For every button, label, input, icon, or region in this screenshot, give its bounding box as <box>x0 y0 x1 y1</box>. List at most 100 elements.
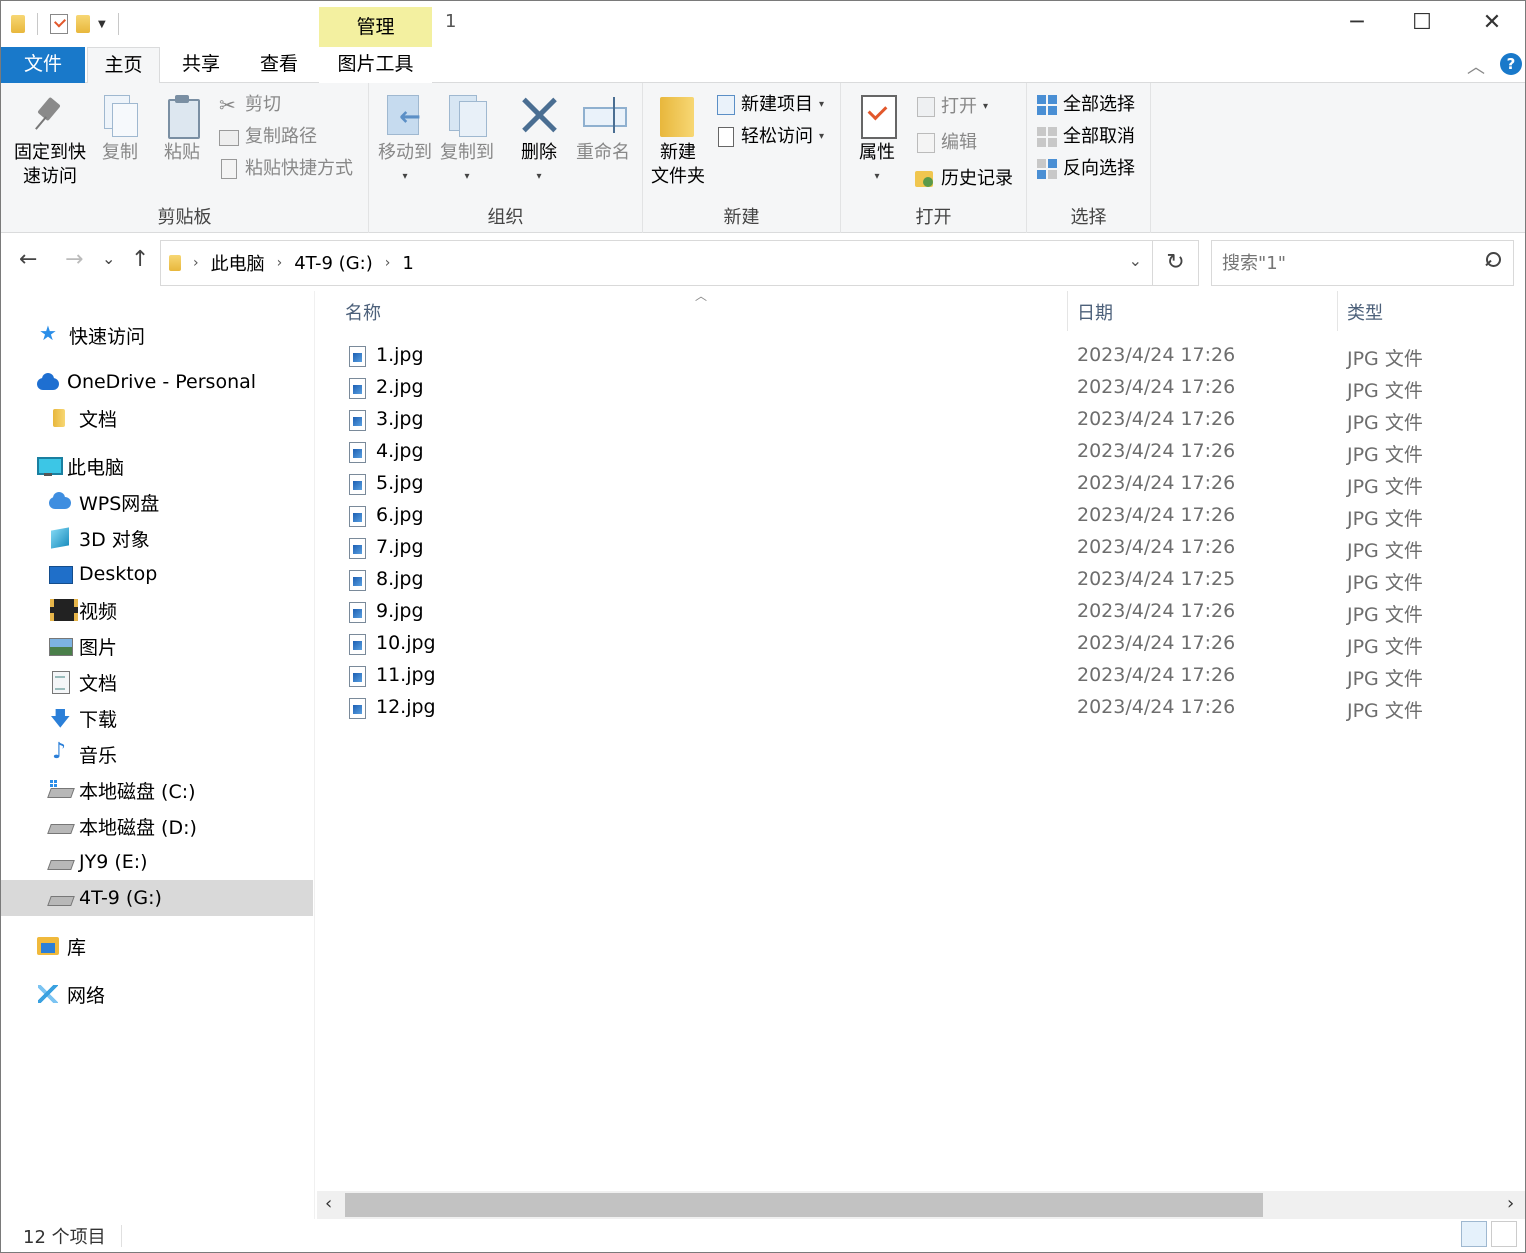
search-icon[interactable] <box>1483 252 1501 270</box>
file-row[interactable]: 12.jpg 2023/4/24 17:26 JPG 文件 <box>337 693 1517 725</box>
sidebar-item-drive-g[interactable]: 4T-9 (G:) <box>1 880 313 916</box>
paste-shortcut-button[interactable]: 粘贴快捷方式 <box>219 155 353 183</box>
file-row[interactable]: 6.jpg 2023/4/24 17:26 JPG 文件 <box>337 501 1517 533</box>
column-divider[interactable] <box>1067 291 1068 331</box>
easy-access-label: 轻松访问 <box>741 126 813 147</box>
tab-share[interactable]: 共享 <box>167 47 235 83</box>
copy-button[interactable]: 复制 <box>95 93 145 165</box>
new-folder-icon <box>658 93 698 137</box>
copy-to-button[interactable]: 复制到 ▾ <box>437 93 497 189</box>
file-row[interactable]: 3.jpg 2023/4/24 17:26 JPG 文件 <box>337 405 1517 437</box>
horizontal-scrollbar[interactable]: ‹ › <box>317 1191 1525 1219</box>
address-history-dropdown-icon[interactable]: ⌄ <box>1129 251 1142 270</box>
scroll-left-icon[interactable]: ‹ <box>325 1193 332 1214</box>
invert-selection-label: 反向选择 <box>1063 158 1135 179</box>
sidebar-item-desktop[interactable]: Desktop <box>1 556 313 592</box>
column-header-type[interactable]: 类型 <box>1347 299 1383 325</box>
tab-view[interactable]: 查看 <box>245 47 313 83</box>
column-divider[interactable] <box>1337 291 1338 331</box>
select-all-icon <box>1037 95 1057 115</box>
details-view-button[interactable] <box>1461 1221 1487 1247</box>
rename-button[interactable]: 重命名 <box>571 93 635 165</box>
close-button[interactable]: ✕ <box>1469 5 1515 41</box>
copy-label: 复制 <box>102 142 138 163</box>
column-header-name[interactable]: 名称 <box>345 299 381 325</box>
search-box[interactable] <box>1211 240 1514 286</box>
sidebar-item-drive-e[interactable]: JY9 (E:) <box>1 844 313 880</box>
sidebar-item-videos[interactable]: 视频 <box>1 592 313 628</box>
column-header-date[interactable]: 日期 <box>1077 299 1113 325</box>
delete-button[interactable]: 删除 ▾ <box>515 93 563 189</box>
history-button[interactable]: 历史记录 <box>915 165 1013 193</box>
minimize-button[interactable]: ─ <box>1334 5 1380 41</box>
sidebar-item-drive-d[interactable]: 本地磁盘 (D:) <box>1 808 313 844</box>
file-row[interactable]: 10.jpg 2023/4/24 17:26 JPG 文件 <box>337 629 1517 661</box>
sidebar-item-music[interactable]: 音乐 <box>1 736 313 772</box>
help-icon[interactable]: ? <box>1500 53 1522 75</box>
new-item-button[interactable]: 新建项目 ▾ <box>715 91 824 119</box>
copy-path-button[interactable]: 复制路径 <box>219 123 317 151</box>
file-row[interactable]: 1.jpg 2023/4/24 17:26 JPG 文件 <box>337 341 1517 373</box>
chevron-right-icon[interactable]: › <box>193 255 199 271</box>
sidebar-item-network[interactable]: 网络 <box>1 976 313 1012</box>
manage-contextual-tab[interactable]: 管理 <box>319 7 432 47</box>
scrollbar-thumb[interactable] <box>345 1193 1263 1217</box>
tab-home[interactable]: 主页 <box>87 47 160 84</box>
properties-button[interactable]: 属性 ▾ <box>851 93 903 189</box>
forward-button[interactable]: → <box>65 247 83 272</box>
sidebar-item-libraries[interactable]: 库 <box>1 928 313 964</box>
file-row[interactable]: 9.jpg 2023/4/24 17:26 JPG 文件 <box>337 597 1517 629</box>
collapse-ribbon-icon[interactable]: ︿ <box>1467 53 1485 79</box>
sidebar-item-drive-c[interactable]: 本地磁盘 (C:) <box>1 772 313 808</box>
rename-icon <box>583 93 627 137</box>
paste-button[interactable]: 粘贴 <box>157 93 207 165</box>
large-icons-view-button[interactable] <box>1491 1221 1517 1247</box>
chevron-right-icon[interactable]: › <box>277 255 283 271</box>
select-none-button[interactable]: 全部取消 <box>1037 123 1135 151</box>
new-folder-button[interactable]: 新建 文件夹 <box>647 93 709 189</box>
sidebar-item-documents[interactable]: 文档 <box>1 664 313 700</box>
sidebar-item-quick-access[interactable]: 快速访问 <box>1 317 313 353</box>
properties-qat-icon[interactable] <box>50 14 68 34</box>
file-name: 2.jpg <box>376 376 424 398</box>
tab-picture-tools[interactable]: 图片工具 <box>319 47 432 83</box>
sidebar-item-onedrive[interactable]: OneDrive - Personal <box>1 364 313 400</box>
pin-to-quick-access-button[interactable]: 固定到快 速访问 <box>9 93 91 189</box>
open-button[interactable]: 打开 ▾ <box>915 93 988 121</box>
customize-qat-dropdown-icon[interactable]: ▼ <box>98 19 106 30</box>
chevron-right-icon[interactable]: › <box>385 255 391 271</box>
cut-button[interactable]: 剪切 <box>219 91 281 119</box>
file-row[interactable]: 7.jpg 2023/4/24 17:26 JPG 文件 <box>337 533 1517 565</box>
up-button[interactable]: ↑ <box>131 247 149 272</box>
search-input[interactable] <box>1222 249 1472 277</box>
edit-button[interactable]: 编辑 <box>915 129 977 157</box>
open-group: 属性 ▾ 打开 ▾ 编辑 历史记录 打开 <box>841 83 1027 233</box>
sidebar-item-this-pc[interactable]: 此电脑 <box>1 448 313 484</box>
refresh-button[interactable]: ↻ <box>1153 240 1199 286</box>
scroll-right-icon[interactable]: › <box>1507 1193 1514 1214</box>
back-button[interactable]: ← <box>19 247 37 272</box>
address-bar[interactable]: › 此电脑 › 4T-9 (G:) › 1 ⌄ <box>160 240 1153 286</box>
select-all-button[interactable]: 全部选择 <box>1037 91 1135 119</box>
move-to-button[interactable]: 移动到 ▾ <box>375 93 435 189</box>
sidebar-item-downloads[interactable]: 下载 <box>1 700 313 738</box>
file-row[interactable]: 4.jpg 2023/4/24 17:26 JPG 文件 <box>337 437 1517 469</box>
sidebar-item-onedrive-documents[interactable]: 文档 <box>1 400 313 436</box>
recent-locations-button[interactable]: ⌄ <box>102 249 115 268</box>
file-row[interactable]: 11.jpg 2023/4/24 17:26 JPG 文件 <box>337 661 1517 693</box>
file-row[interactable]: 8.jpg 2023/4/24 17:25 JPG 文件 <box>337 565 1517 597</box>
breadcrumb-item-folder[interactable]: 1 <box>402 253 413 274</box>
sidebar-item-3d-objects[interactable]: 3D 对象 <box>1 520 313 556</box>
sidebar-item-pictures[interactable]: 图片 <box>1 628 313 664</box>
cut-label: 剪切 <box>245 94 281 115</box>
tab-file[interactable]: 文件 <box>1 47 85 83</box>
sidebar-item-wps-drive[interactable]: WPS网盘 <box>1 484 313 520</box>
invert-selection-button[interactable]: 反向选择 <box>1037 155 1135 183</box>
breadcrumb-item-this-pc[interactable]: 此电脑 <box>211 250 265 276</box>
maximize-button[interactable]: ☐ <box>1399 5 1445 41</box>
new-folder-qat-icon[interactable] <box>76 15 90 33</box>
file-row[interactable]: 2.jpg 2023/4/24 17:26 JPG 文件 <box>337 373 1517 405</box>
breadcrumb-item-drive[interactable]: 4T-9 (G:) <box>294 253 373 274</box>
file-row[interactable]: 5.jpg 2023/4/24 17:26 JPG 文件 <box>337 469 1517 501</box>
easy-access-button[interactable]: 轻松访问 ▾ <box>715 123 824 151</box>
